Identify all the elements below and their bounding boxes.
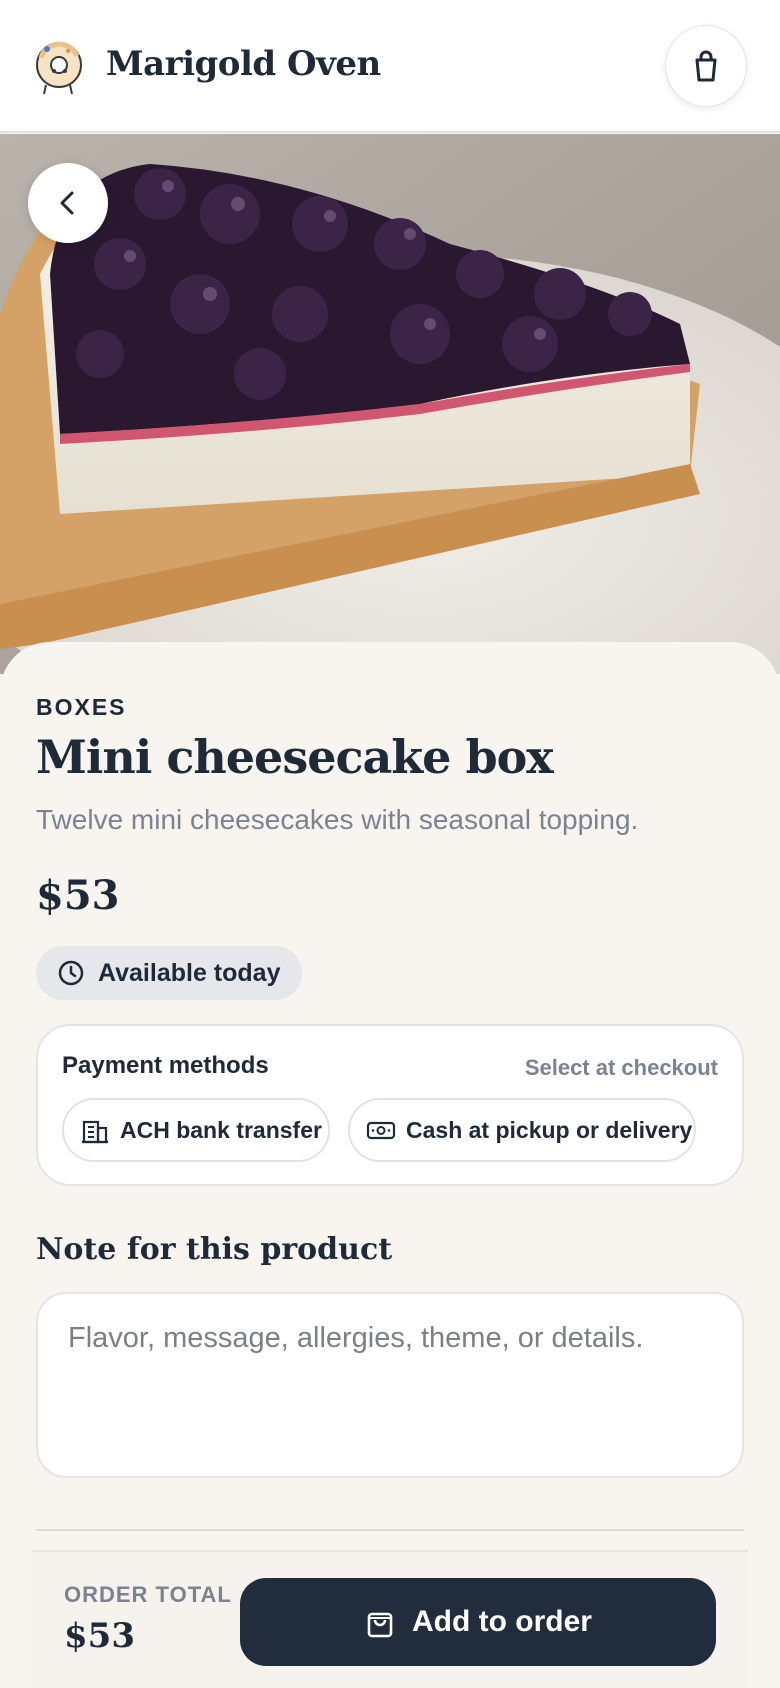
back-button[interactable] xyxy=(28,163,108,243)
product-hero-image xyxy=(0,134,780,674)
clock-icon xyxy=(58,960,84,986)
product-category: BOXES xyxy=(36,694,127,720)
order-total-value: $53 xyxy=(64,1616,135,1656)
app-header: Marigold Oven xyxy=(0,0,780,133)
payment-methods-title: Payment methods xyxy=(62,1052,269,1079)
payment-methods-hint: Select at checkout xyxy=(524,1055,718,1080)
order-footer: ORDER TOTAL $53 Add to order xyxy=(32,1550,748,1688)
chevron-left-icon xyxy=(60,191,74,215)
payment-chip-ach[interactable]: ACH bank transfer xyxy=(62,1098,330,1162)
payment-chip-cash-label: Cash at pickup or delivery xyxy=(406,1116,693,1143)
add-to-order-label: Add to order xyxy=(412,1605,592,1638)
shopping-bag-icon xyxy=(695,50,717,82)
add-to-order-button[interactable]: Add to order xyxy=(240,1578,716,1666)
banknote-icon xyxy=(366,1121,396,1140)
donut-mascot-icon[interactable] xyxy=(32,36,88,98)
brand-name[interactable]: Marigold Oven xyxy=(106,44,381,84)
payment-chip-ach-label: ACH bank transfer xyxy=(120,1116,322,1143)
payment-chip-cash[interactable]: Cash at pickup or delivery xyxy=(348,1098,696,1162)
shopping-bag-icon xyxy=(367,1612,393,1638)
payment-methods-card: Payment methods Select at checkout ACH b… xyxy=(36,1024,744,1186)
divider xyxy=(36,1529,744,1531)
availability-label: Available today xyxy=(98,958,281,987)
product-title: Mini cheesecake box xyxy=(36,730,554,784)
note-label: Note for this product xyxy=(36,1232,393,1267)
product-note-input[interactable] xyxy=(36,1292,744,1478)
product-description: Twelve mini cheesecakes with seasonal to… xyxy=(36,804,639,835)
cart-button[interactable] xyxy=(665,25,747,107)
order-total-label: ORDER TOTAL xyxy=(64,1582,232,1607)
availability-badge: Available today xyxy=(36,946,302,1000)
bank-building-icon xyxy=(82,1120,108,1144)
product-price: $53 xyxy=(36,872,120,919)
